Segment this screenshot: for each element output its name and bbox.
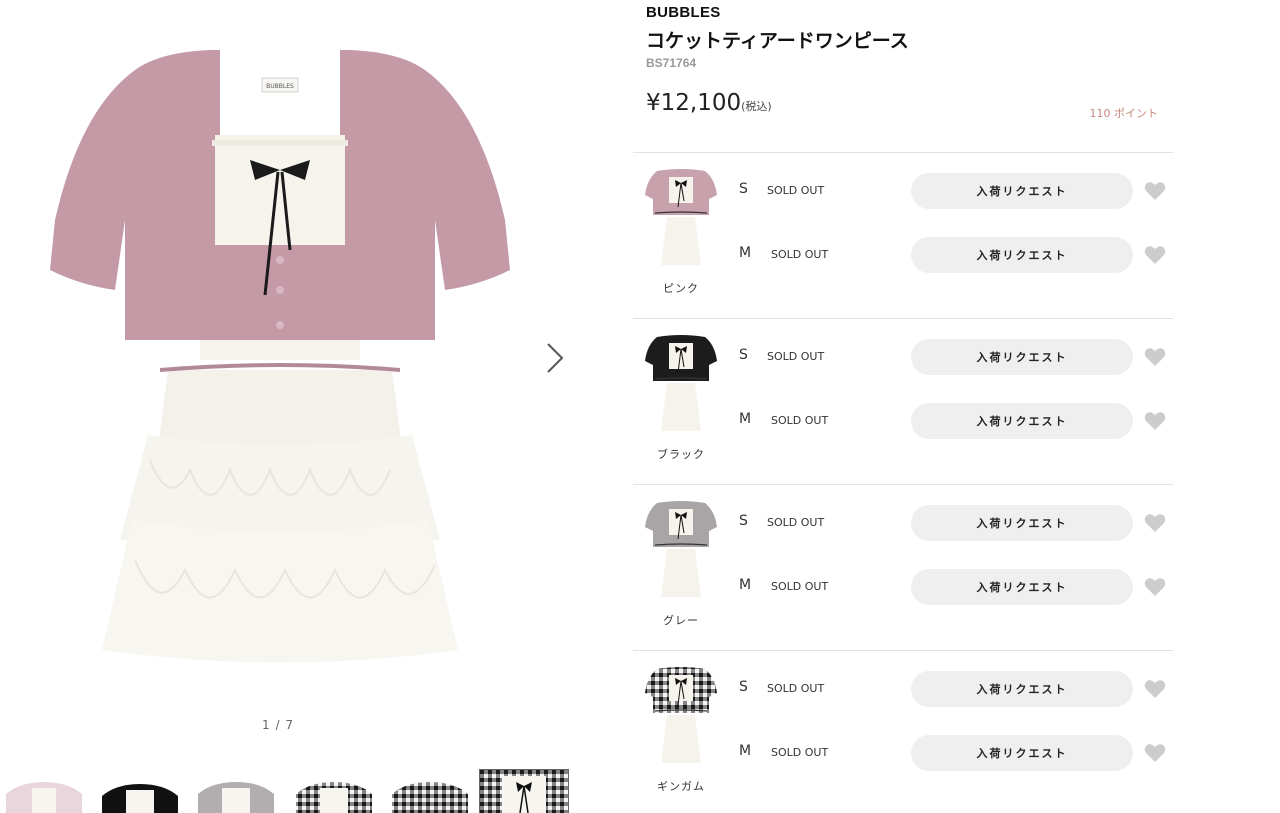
size-row: M SOLD OUT 入荷リクエスト <box>737 733 1173 773</box>
points-badge: 110 ポイント <box>1089 107 1159 120</box>
restock-request-button[interactable]: 入荷リクエスト <box>911 173 1133 209</box>
size-row: M SOLD OUT 入荷リクエスト <box>737 567 1173 607</box>
stock-status: SOLD OUT <box>767 184 825 197</box>
size-label: M <box>739 411 752 427</box>
restock-request-button[interactable]: 入荷リクエスト <box>911 735 1133 771</box>
thumbnail-black[interactable] <box>96 770 184 813</box>
size-label: S <box>739 181 748 197</box>
heart-icon[interactable] <box>1143 179 1167 203</box>
color-swatch-image[interactable] <box>643 499 719 601</box>
color-name: ピンク <box>663 282 699 295</box>
size-label: S <box>739 513 748 529</box>
color-name: ギンガム <box>657 780 705 793</box>
size-row: S SOLD OUT 入荷リクエスト <box>737 503 1173 543</box>
restock-request-button[interactable]: 入荷リクエスト <box>911 569 1133 605</box>
color-swatch-image[interactable] <box>643 665 719 767</box>
restock-request-button[interactable]: 入荷リクエスト <box>911 237 1133 273</box>
size-label: S <box>739 679 748 695</box>
garment-label: BUBBLES <box>266 83 294 90</box>
size-label: M <box>739 577 752 593</box>
size-row: S SOLD OUT 入荷リクエスト <box>737 171 1173 211</box>
size-label: S <box>739 347 748 363</box>
thumbnail-gingham-detail[interactable] <box>479 769 569 813</box>
product-title: コケットティアードワンピース <box>646 30 909 52</box>
product-code: BS71764 <box>646 56 697 70</box>
color-name: グレー <box>663 614 699 627</box>
color-variant-block: ピンク S SOLD OUT 入荷リクエスト M SOLD OUT 入荷リクエスト <box>633 152 1173 318</box>
chevron-right-icon[interactable] <box>538 338 578 378</box>
color-swatch-image[interactable] <box>643 167 719 269</box>
size-row: S SOLD OUT 入荷リクエスト <box>737 337 1173 377</box>
thumbnail-gingham[interactable] <box>290 770 378 813</box>
product-gallery: BUBBLES 1 / 7 <box>0 0 600 813</box>
tax-note: (税込) <box>741 100 772 113</box>
heart-icon[interactable] <box>1143 677 1167 701</box>
size-row: M SOLD OUT 入荷リクエスト <box>737 235 1173 275</box>
size-label: M <box>739 245 752 261</box>
stock-status: SOLD OUT <box>771 248 829 261</box>
restock-request-button[interactable]: 入荷リクエスト <box>911 403 1133 439</box>
stock-status: SOLD OUT <box>771 746 829 759</box>
heart-icon[interactable] <box>1143 345 1167 369</box>
thumbnail-gray[interactable] <box>192 770 280 813</box>
size-label: M <box>739 743 752 759</box>
heart-icon[interactable] <box>1143 741 1167 765</box>
stock-status: SOLD OUT <box>767 350 825 363</box>
stock-status: SOLD OUT <box>771 580 829 593</box>
thumbnail-gingham-back[interactable] <box>386 770 474 813</box>
price-value: ¥12,100 <box>646 90 742 116</box>
size-row: S SOLD OUT 入荷リクエスト <box>737 669 1173 709</box>
restock-request-button[interactable]: 入荷リクエスト <box>911 505 1133 541</box>
size-row: M SOLD OUT 入荷リクエスト <box>737 401 1173 441</box>
color-swatch-image[interactable] <box>643 333 719 435</box>
restock-request-button[interactable]: 入荷リクエスト <box>911 671 1133 707</box>
color-variant-block: ギンガム S SOLD OUT 入荷リクエスト M SOLD OUT 入荷リクエスト <box>633 650 1173 813</box>
main-product-image: BUBBLES <box>50 50 510 663</box>
color-name: ブラック <box>657 448 705 461</box>
heart-icon[interactable] <box>1143 243 1167 267</box>
image-counter: 1 / 7 <box>262 718 294 732</box>
brand-name[interactable]: BUBBLES <box>646 4 721 21</box>
stock-status: SOLD OUT <box>767 516 825 529</box>
color-variant-block: グレー S SOLD OUT 入荷リクエスト M SOLD OUT 入荷リクエスト <box>633 484 1173 650</box>
heart-icon[interactable] <box>1143 409 1167 433</box>
stock-status: SOLD OUT <box>771 414 829 427</box>
heart-icon[interactable] <box>1143 575 1167 599</box>
color-variant-block: ブラック S SOLD OUT 入荷リクエスト M SOLD OUT 入荷リクエスト <box>633 318 1173 484</box>
restock-request-button[interactable]: 入荷リクエスト <box>911 339 1133 375</box>
heart-icon[interactable] <box>1143 511 1167 535</box>
stock-status: SOLD OUT <box>767 682 825 695</box>
product-price: ¥12,100(税込) <box>646 90 772 116</box>
thumbnail-pink[interactable] <box>0 770 88 813</box>
